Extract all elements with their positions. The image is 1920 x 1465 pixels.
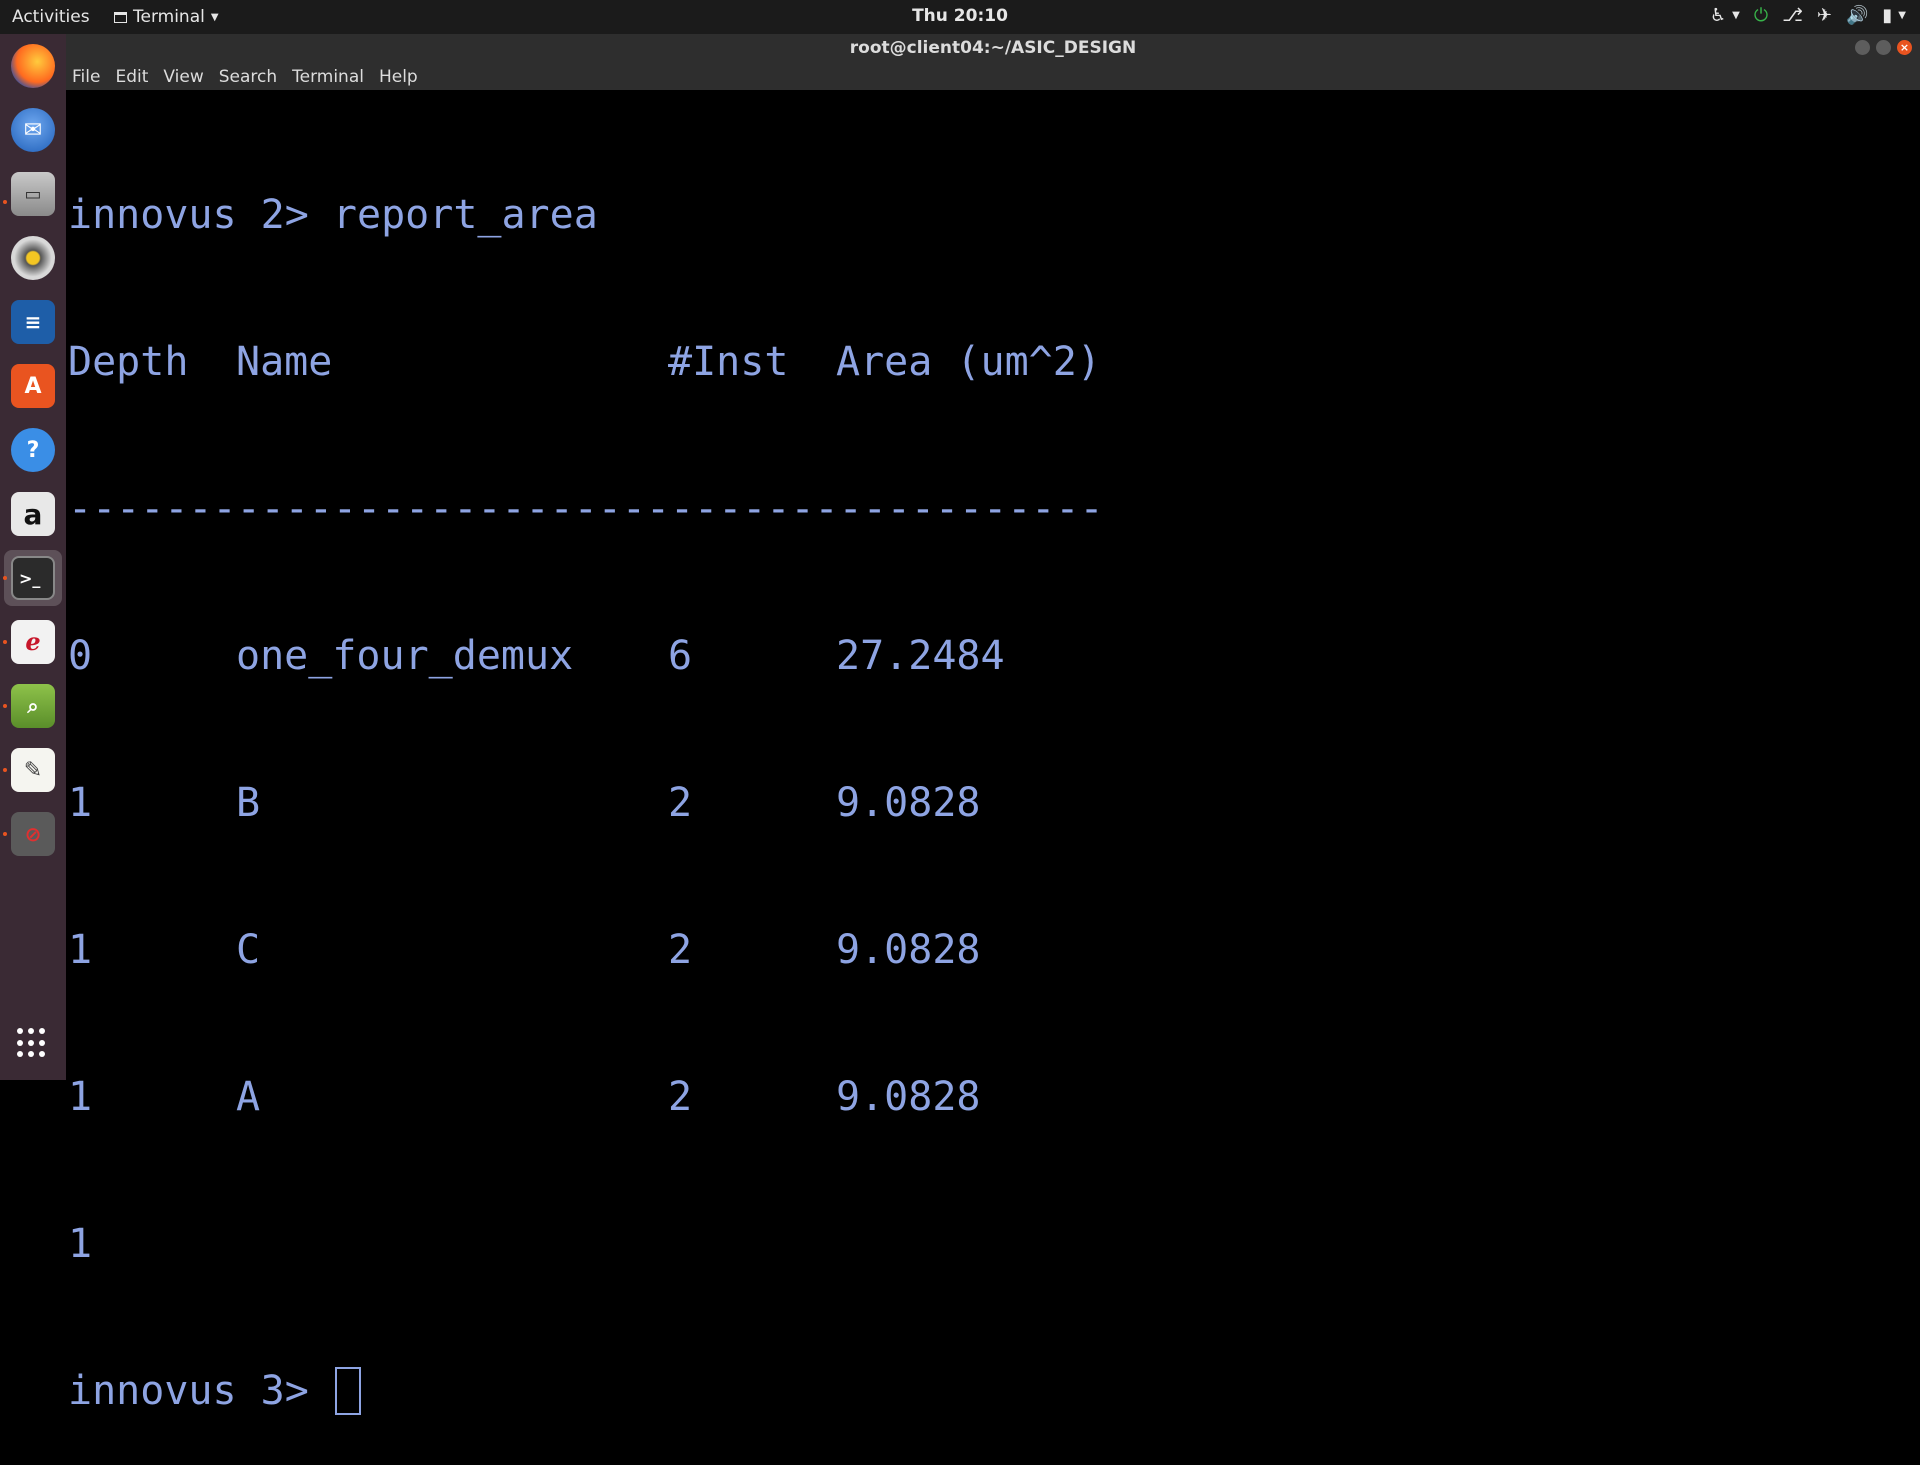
accessibility-icon[interactable]: ♿ [1710,5,1726,27]
dock-thunderbird[interactable]: ✉ [9,106,57,154]
table-row: 1 C 2 9.0828 [68,926,1920,975]
window-titlebar[interactable]: root@client04:~/ASIC_DESIGN × [66,34,1920,64]
dock-software[interactable]: A [9,362,57,410]
cell-area: 9.0828 [836,780,981,826]
window-controls: × [1855,40,1912,55]
chevron-down-icon: ▼ [1898,10,1906,21]
menu-bar: File Edit View Search Terminal Help [66,64,1920,90]
dock-terminal[interactable]: >_ [4,550,62,606]
dock-rhythmbox[interactable] [9,234,57,282]
return-value: 1 [68,1221,93,1267]
cell-inst: 2 [668,780,693,826]
help-icon: ? [11,428,55,472]
dock-files[interactable]: ▭ [9,170,57,218]
text-editor-icon: ✎ [11,748,55,792]
chevron-down-icon: ▼ [1732,10,1740,21]
header-area: Area (um^2) [836,339,1101,385]
dock-image-viewer[interactable]: ⌕ [9,682,57,730]
table-row: 1 B 2 9.0828 [68,779,1920,828]
dock-text-editor[interactable]: ✎ [9,746,57,794]
files-icon: ▭ [11,172,55,216]
menu-file[interactable]: File [72,64,100,90]
software-center-icon: A [11,364,55,408]
image-viewer-icon: ⌕ [11,684,55,728]
header-depth: Depth [68,339,189,385]
cell-name: A [236,1074,261,1120]
maximize-button[interactable] [1876,40,1891,55]
cell-inst: 2 [668,1074,693,1120]
menu-edit[interactable]: Edit [115,64,148,90]
amazon-icon: a [11,492,55,536]
cell-name: C [236,927,261,973]
system-tray[interactable]: ♿ ▼ ⏻ ⎇ ✈ 🔊 ▮ ▼ [1710,5,1906,27]
app-icon: ⊘ [11,812,55,856]
terminal-output[interactable]: innovus 2> report_area Depth Name #Inst … [66,90,1920,1415]
dock-firefox[interactable] [9,42,57,90]
table-row: 1 A 2 9.0828 [68,1073,1920,1122]
menu-help[interactable]: Help [379,64,418,90]
minimize-button[interactable] [1855,40,1870,55]
cell-area: 27.2484 [836,633,1005,679]
dock-app[interactable]: ⊘ [9,810,57,858]
cell-area: 9.0828 [836,927,981,973]
battery-icon[interactable]: ▮ [1882,5,1892,27]
close-button[interactable]: × [1897,40,1912,55]
network-icon[interactable]: ⎇ [1782,5,1803,27]
separator-line: ----------------------------------------… [68,486,1104,532]
mail-icon: ✉ [11,108,55,152]
airplane-icon[interactable]: ✈ [1817,5,1832,27]
dock-evince[interactable]: ℯ [9,618,57,666]
menu-terminal[interactable]: Terminal [292,64,364,90]
firefox-icon [11,44,55,88]
menu-view[interactable]: View [163,64,203,90]
cell-area: 9.0828 [836,1074,981,1120]
power-indicator-icon[interactable]: ⏻ [1754,5,1768,27]
cell-inst: 2 [668,927,693,973]
header-inst: #Inst [668,339,789,385]
prompt-line[interactable]: innovus 3> [68,1367,1920,1416]
prompt: innovus 3> [68,1368,333,1414]
cell-name: B [236,780,261,826]
text-cursor [334,1367,361,1415]
clock[interactable]: Thu 20:10 [0,6,1920,26]
cell-depth: 1 [68,927,93,973]
dock-writer[interactable]: ≡ [9,298,57,346]
show-applications-icon[interactable] [17,1028,47,1058]
window-title: root@client04:~/ASIC_DESIGN [849,38,1137,58]
table-row: 0 one_four_demux 6 27.2484 [68,632,1920,681]
top-bar: Activities Terminal ▼ Thu 20:10 ♿ ▼ ⏻ ⎇ … [0,0,1920,34]
dock-help[interactable]: ? [9,426,57,474]
terminal-icon: >_ [11,556,55,600]
dock-amazon[interactable]: a [9,490,57,538]
menu-search[interactable]: Search [219,64,277,90]
cell-inst: 6 [668,633,693,679]
volume-icon[interactable]: 🔊 [1846,5,1868,27]
command-line: innovus 2> report_area [68,192,598,238]
cell-depth: 1 [68,1074,93,1120]
table-header: Depth Name #Inst Area (um^2) [68,338,1920,387]
launcher-dock: ✉ ▭ ≡ A ? a >_ ℯ ⌕ ✎ ⊘ [0,34,66,1080]
document-icon: ≡ [11,300,55,344]
cell-name: one_four_demux [236,633,574,679]
pdf-viewer-icon: ℯ [11,620,55,664]
header-name: Name [236,339,333,385]
music-icon [11,236,55,280]
cell-depth: 0 [68,633,93,679]
cell-depth: 1 [68,780,93,826]
